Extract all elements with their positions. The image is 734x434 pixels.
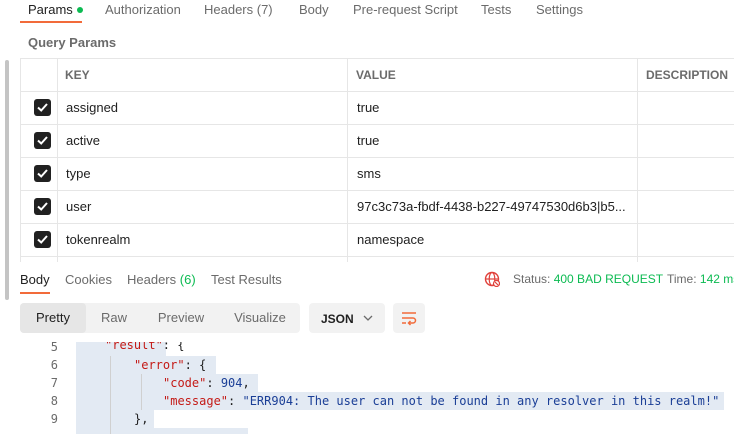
json-number: 904 xyxy=(220,376,243,390)
query-params-table: KEY VALUE DESCRIPTION assigned true acti… xyxy=(20,58,734,262)
check-icon xyxy=(37,169,48,178)
column-header-value: VALUE xyxy=(356,68,396,82)
table-border-top xyxy=(20,58,734,59)
param-key[interactable]: user xyxy=(66,199,336,214)
view-mode-group: Pretty Raw Preview Visualize xyxy=(20,303,300,333)
query-params-title: Query Params xyxy=(28,35,117,50)
param-value[interactable]: 97c3c73a-fbdf-4438-b227-49747530d6b3|b5.… xyxy=(357,199,635,214)
wrap-lines-button[interactable] xyxy=(393,303,425,333)
tab-response-body[interactable]: Body xyxy=(20,272,50,287)
json-key: "code" xyxy=(163,376,207,390)
row-divider xyxy=(20,256,734,257)
tab-response-headers-label: Headers xyxy=(127,272,177,287)
code-line: "error": { xyxy=(134,356,206,374)
param-value[interactable]: sms xyxy=(357,166,632,181)
param-checkbox[interactable] xyxy=(34,165,51,182)
table-row: user 97c3c73a-fbdf-4438-b227-49747530d6b… xyxy=(20,190,734,223)
code-line: "message": "ERR904: The user can not be … xyxy=(163,392,719,410)
mode-pretty[interactable]: Pretty xyxy=(20,303,86,333)
table-row: assigned true xyxy=(20,91,734,124)
status-label: Status: xyxy=(513,272,551,286)
code-line: "code": 904, xyxy=(163,374,250,392)
json-key: "message" xyxy=(163,394,229,408)
tab-body[interactable]: Body xyxy=(299,2,329,17)
format-select-value: JSON xyxy=(321,312,354,326)
tab-params-label: Params xyxy=(28,2,73,17)
param-checkbox[interactable] xyxy=(34,231,51,248)
code-line: "result": { xyxy=(105,342,184,354)
mode-raw[interactable]: Raw xyxy=(86,303,142,333)
json-punct: : { xyxy=(184,358,207,372)
line-number: 8 xyxy=(50,394,58,408)
column-header-description: DESCRIPTION xyxy=(646,68,729,82)
json-key: "error" xyxy=(134,358,185,372)
time-value: 142 ms xyxy=(699,272,734,286)
code-line: }, xyxy=(134,412,149,426)
tab-params[interactable]: Params xyxy=(28,2,83,17)
check-icon xyxy=(37,136,48,145)
tab-headers[interactable]: Headers (7) xyxy=(204,2,273,17)
param-key[interactable]: active xyxy=(66,133,336,148)
params-active-dot xyxy=(76,6,83,13)
check-icon xyxy=(37,202,48,211)
mode-visualize[interactable]: Visualize xyxy=(220,303,300,333)
status-value: 400 BAD REQUEST xyxy=(553,272,664,286)
line-number: 9 xyxy=(50,412,58,426)
indent-guide xyxy=(110,356,111,434)
param-key[interactable]: tokenrealm xyxy=(66,232,336,247)
headers-count: (6) xyxy=(179,272,196,287)
param-key[interactable]: assigned xyxy=(66,100,336,115)
indent-guide xyxy=(141,374,142,410)
param-checkbox[interactable] xyxy=(34,198,51,215)
param-key[interactable]: type xyxy=(66,166,336,181)
status-indicator[interactable]: Status: 400 BAD REQUEST xyxy=(513,272,663,286)
table-row: tokenrealm namespace xyxy=(20,223,734,256)
check-icon xyxy=(37,235,48,244)
time-label: Time: xyxy=(667,272,697,286)
param-value[interactable]: true xyxy=(357,133,632,148)
response-tabs: Body Cookies Headers (6) Test Results St… xyxy=(0,262,734,296)
line-number: 7 xyxy=(50,376,58,390)
json-punct: , xyxy=(242,376,250,390)
line-number: 5 xyxy=(50,342,58,354)
format-select[interactable]: JSON xyxy=(309,303,385,333)
tab-pre-request-script[interactable]: Pre-request Script xyxy=(353,2,458,17)
table-row: type sms xyxy=(20,157,734,190)
tab-test-results[interactable]: Test Results xyxy=(211,272,282,287)
param-checkbox[interactable] xyxy=(34,99,51,116)
json-string: "ERR904: The user can not be found in an… xyxy=(242,394,720,408)
time-indicator[interactable]: Time: 142 ms xyxy=(667,272,734,286)
param-checkbox[interactable] xyxy=(34,132,51,149)
tab-response-headers[interactable]: Headers (6) xyxy=(127,272,196,287)
response-code-viewer[interactable]: 5 6 7 8 9 "result": { "error": { "code":… xyxy=(0,342,734,434)
network-globe-icon[interactable] xyxy=(484,271,500,287)
tab-tests[interactable]: Tests xyxy=(481,2,511,17)
json-key: "result" xyxy=(105,342,163,352)
json-punct: : { xyxy=(162,342,185,352)
request-tabs: Params Authorization Headers (7) Body Pr… xyxy=(0,0,734,23)
json-punct: : xyxy=(206,376,221,390)
column-header-key: KEY xyxy=(65,68,90,82)
tab-authorization[interactable]: Authorization xyxy=(105,2,181,17)
mode-preview[interactable]: Preview xyxy=(142,303,220,333)
param-value[interactable]: true xyxy=(357,100,632,115)
line-number: 6 xyxy=(50,358,58,372)
param-value[interactable]: namespace xyxy=(357,232,632,247)
json-punct: : xyxy=(228,394,243,408)
tab-settings[interactable]: Settings xyxy=(536,2,583,17)
active-response-tab-underline xyxy=(20,292,50,294)
chevron-down-icon xyxy=(363,315,373,321)
wrap-lines-icon xyxy=(402,312,417,326)
active-tab-underline xyxy=(20,21,82,23)
tab-cookies[interactable]: Cookies xyxy=(65,272,112,287)
selection-highlight xyxy=(76,428,248,434)
table-row: active true xyxy=(20,124,734,157)
check-icon xyxy=(37,103,48,112)
